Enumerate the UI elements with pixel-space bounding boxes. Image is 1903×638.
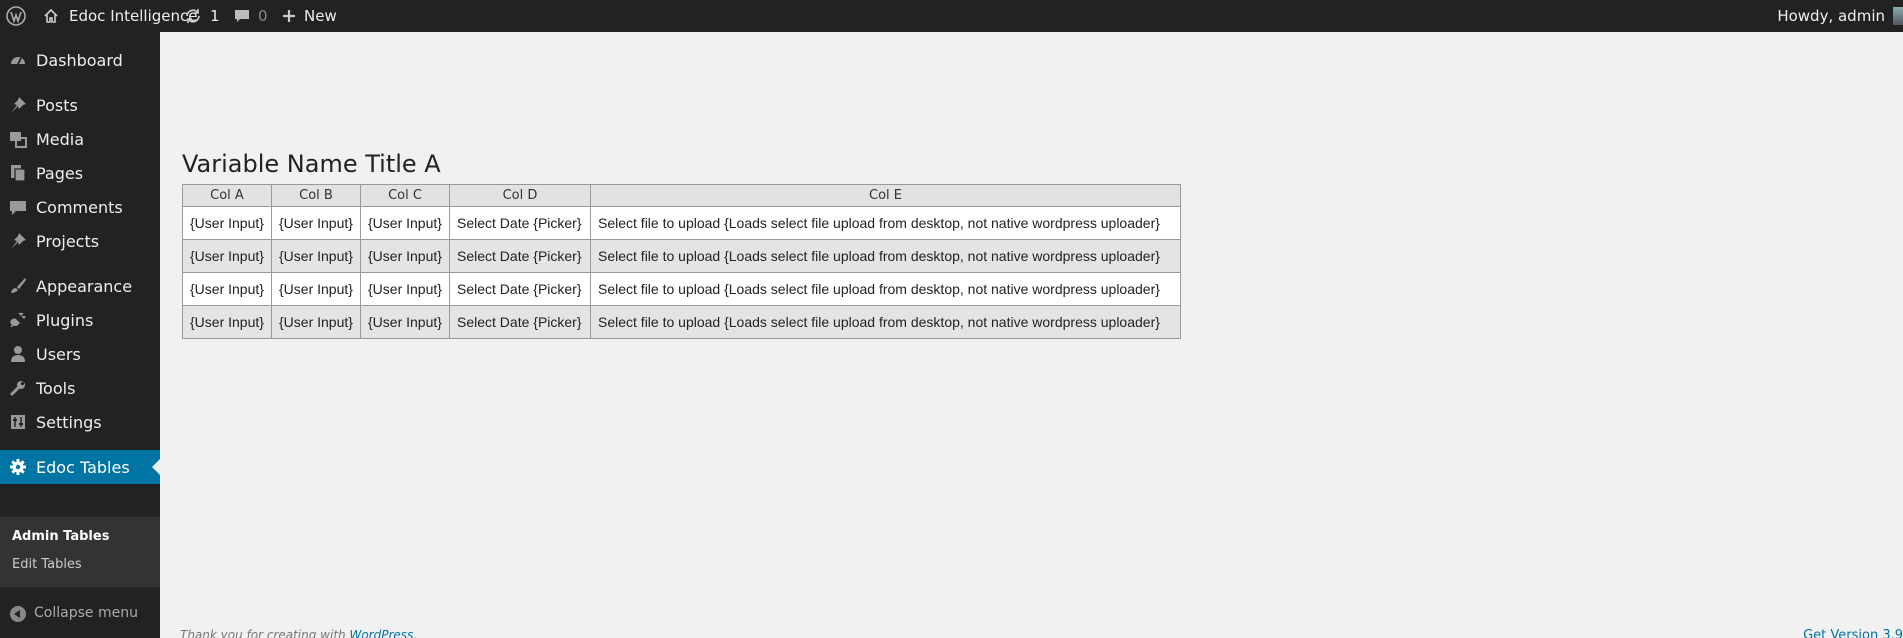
settings-icon	[11, 415, 25, 429]
menu-comments[interactable]: Comments	[0, 190, 160, 224]
wordpress-logo-icon[interactable]	[6, 0, 30, 32]
table-row: {User Input} {User Input} {User Input} S…	[182, 239, 1181, 273]
howdy-text: Howdy, admin	[1777, 7, 1885, 25]
table-row: {User Input} {User Input} {User Input} S…	[182, 272, 1181, 306]
comment-icon	[10, 201, 26, 215]
column-header: Col B	[271, 184, 361, 207]
collapse-label: Collapse menu	[34, 605, 138, 621]
refresh-icon	[186, 9, 200, 23]
menu-plugins[interactable]: Plugins	[0, 303, 160, 337]
submenu-edit-tables[interactable]: Edit Tables	[12, 557, 82, 572]
menu-label: Media	[36, 129, 85, 149]
menu-users[interactable]: Users	[0, 337, 160, 371]
avatar	[1893, 7, 1903, 25]
menu-label: Posts	[36, 95, 78, 115]
edoc-tables-submenu: Admin Tables Edit Tables	[0, 517, 160, 587]
file-upload-cell[interactable]: Select file to upload {Loads select file…	[590, 305, 1181, 339]
user-input-cell[interactable]: {User Input}	[182, 305, 272, 339]
brush-icon	[11, 278, 26, 293]
column-header: Col C	[360, 184, 450, 207]
menu-label: Projects	[36, 231, 100, 251]
menu-dashboard[interactable]: Dashboard	[0, 43, 160, 77]
home-icon	[44, 8, 58, 23]
new-label: New	[304, 7, 337, 25]
user-input-cell[interactable]: {User Input}	[182, 272, 272, 306]
column-header: Col E	[590, 184, 1181, 207]
collapse-menu-button[interactable]: Collapse menu	[0, 596, 160, 630]
pin-icon	[11, 97, 26, 113]
updates-link[interactable]: 1	[184, 0, 220, 32]
menu-label: Comments	[36, 197, 123, 217]
plug-icon	[10, 312, 26, 328]
comments-count: 0	[258, 7, 268, 25]
menu-label: Pages	[36, 163, 84, 183]
user-input-cell[interactable]: {User Input}	[182, 239, 272, 273]
footer-thanks-suffix: .	[413, 628, 418, 638]
updates-count: 1	[210, 7, 220, 25]
menu-label: Settings	[36, 412, 102, 432]
gear-icon	[10, 459, 26, 475]
menu-label: Appearance	[36, 276, 133, 296]
pin-icon	[11, 233, 26, 249]
wrench-icon	[9, 381, 25, 397]
user-input-cell[interactable]: {User Input}	[271, 206, 361, 240]
menu-label: Tools	[36, 378, 76, 398]
file-upload-cell[interactable]: Select file to upload {Loads select file…	[590, 239, 1181, 273]
user-input-cell[interactable]: {User Input}	[182, 206, 272, 240]
new-content-link[interactable]: New	[282, 0, 337, 32]
dashboard-icon	[11, 57, 25, 65]
menu-pages[interactable]: Pages	[0, 156, 160, 190]
menu-label: Dashboard	[36, 50, 123, 70]
media-icon	[10, 132, 27, 148]
date-picker-cell[interactable]: Select Date {Picker}	[449, 239, 591, 273]
menu-posts[interactable]: Posts	[0, 88, 160, 122]
user-input-cell[interactable]: {User Input}	[360, 272, 450, 306]
user-icon	[11, 346, 25, 362]
file-upload-cell[interactable]: Select file to upload {Loads select file…	[590, 272, 1181, 306]
wordpress-link[interactable]: WordPress	[349, 628, 413, 638]
date-picker-cell[interactable]: Select Date {Picker}	[449, 272, 591, 306]
menu-settings[interactable]: Settings	[0, 405, 160, 439]
footer-thanks-prefix: Thank you for creating with	[180, 628, 350, 638]
get-version-link[interactable]: Get Version 3.9	[1803, 628, 1903, 638]
edoc-table: Col A Col B Col C Col D Col E {User Inpu…	[182, 184, 1181, 339]
page-title: Variable Name Title A	[182, 150, 441, 178]
table-row: {User Input} {User Input} {User Input} S…	[182, 206, 1181, 240]
menu-label: Plugins	[36, 310, 94, 330]
user-input-cell[interactable]: {User Input}	[271, 239, 361, 273]
user-input-cell[interactable]: {User Input}	[271, 272, 361, 306]
menu-appearance[interactable]: Appearance	[0, 269, 160, 303]
column-header: Col D	[449, 184, 591, 207]
file-upload-cell[interactable]: Select file to upload {Loads select file…	[590, 206, 1181, 240]
menu-edoc-tables[interactable]: Edoc Tables	[0, 450, 160, 484]
table-row: {User Input} {User Input} {User Input} S…	[182, 305, 1181, 339]
menu-projects[interactable]: Projects	[0, 224, 160, 258]
comments-link[interactable]: 0	[234, 0, 268, 32]
user-input-cell[interactable]: {User Input}	[360, 305, 450, 339]
date-picker-cell[interactable]: Select Date {Picker}	[449, 305, 591, 339]
column-header: Col A	[182, 184, 272, 207]
user-input-cell[interactable]: {User Input}	[360, 239, 450, 273]
footer-thanks: Thank you for creating with WordPress.	[180, 628, 417, 638]
user-input-cell[interactable]: {User Input}	[271, 305, 361, 339]
date-picker-cell[interactable]: Select Date {Picker}	[449, 206, 591, 240]
table-header-row: Col A Col B Col C Col D Col E	[182, 184, 1181, 207]
pages-icon	[11, 165, 26, 182]
admin-bar: Edoc Intelligence 1 0 New Howdy, admin	[0, 0, 1903, 32]
site-name-link[interactable]: Edoc Intelligence	[43, 0, 197, 32]
comment-icon	[235, 10, 249, 22]
account-menu[interactable]: Howdy, admin	[1777, 0, 1903, 32]
menu-media[interactable]: Media	[0, 122, 160, 156]
user-input-cell[interactable]: {User Input}	[360, 206, 450, 240]
submenu-admin-tables[interactable]: Admin Tables	[12, 529, 109, 544]
menu-label: Users	[36, 344, 81, 364]
menu-tools[interactable]: Tools	[0, 371, 160, 405]
site-name: Edoc Intelligence	[69, 7, 198, 25]
menu-label: Edoc Tables	[36, 457, 130, 477]
plus-icon	[283, 10, 295, 22]
collapse-arrow-icon	[10, 606, 26, 622]
admin-menu: Dashboard Posts Media Pages Comments Pro…	[0, 32, 160, 638]
